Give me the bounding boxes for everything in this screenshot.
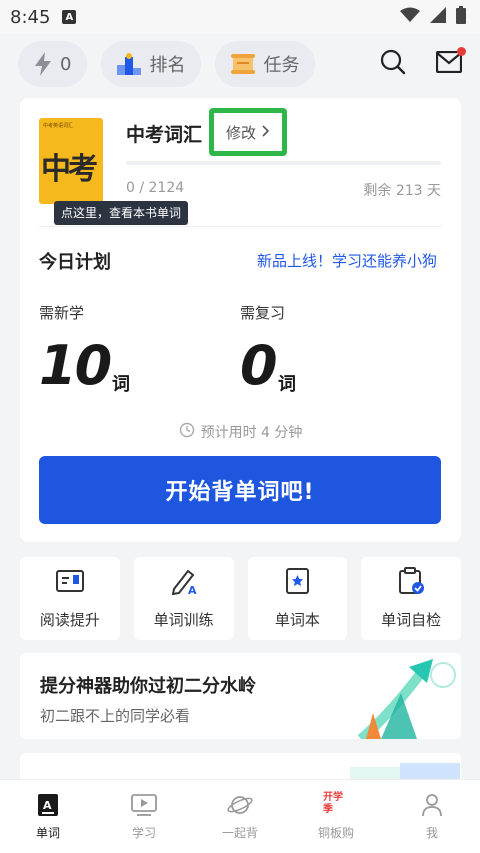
nav-label: 铜板购 [317, 826, 354, 840]
tool-label: 单词本 [274, 611, 320, 629]
search-icon[interactable] [380, 49, 406, 79]
new-words-unit: 词 [112, 374, 130, 395]
status-bar: 8:45 A [0, 0, 480, 34]
edit-book-button[interactable]: 修改 [209, 108, 287, 156]
review-words-label: 需复习 [240, 304, 286, 322]
nav-shop[interactable]: 开学季 铜板购 [288, 780, 384, 853]
book-tooltip[interactable]: 点这里，查看本书单词 [54, 201, 189, 225]
lightning-icon [34, 52, 52, 76]
nav-words[interactable]: A 单词 [0, 780, 96, 853]
tasks-button[interactable]: 任务 [215, 41, 316, 87]
nav-label: 一起背 [221, 826, 258, 840]
rising-arrow-illustration [357, 659, 456, 739]
nav-label: 单词 [35, 826, 60, 840]
review-words-count: 0 [240, 334, 278, 397]
book-cover[interactable]: 中考英语词汇 中考 [39, 118, 103, 204]
video-play-icon [131, 792, 157, 818]
book-title: 中考词汇 [126, 124, 203, 146]
progress-count: 0 / 2124 [126, 180, 185, 196]
new-words-label: 需新学 [39, 304, 85, 322]
svg-text:A: A [43, 799, 52, 812]
ranking-label: 排名 [149, 55, 186, 76]
cover-header: 中考英语词汇 [43, 123, 74, 129]
days-left: 剩余 213 天 [363, 183, 441, 199]
svg-text:A: A [188, 584, 197, 595]
nav-together[interactable]: 一起背 [192, 780, 288, 853]
divider [39, 226, 442, 227]
signal-icon [430, 6, 446, 28]
shop-badge-text: 开学季 [323, 792, 343, 815]
cover-big-text: 中考 [41, 152, 98, 187]
chevron-right-icon [262, 123, 270, 141]
nav-me[interactable]: 我 [384, 780, 480, 853]
podium-icon [117, 53, 142, 75]
ranking-button[interactable]: 排名 [101, 41, 202, 87]
tasks-label: 任务 [263, 55, 300, 76]
sim-icon: A [62, 10, 77, 24]
promo-subline: 初二跟不上的同学必看 [40, 707, 191, 725]
review-words-unit: 词 [278, 374, 296, 395]
estimated-time-text: 预计用时 4 分钟 [200, 425, 303, 441]
tool-label: 单词训练 [153, 611, 214, 629]
energy-pill[interactable]: 0 [18, 41, 88, 87]
notification-dot [457, 47, 466, 56]
word-book-icon: A [35, 792, 61, 818]
tool-label: 单词自检 [381, 611, 442, 629]
start-learning-button[interactable]: 开始背单词吧! [39, 456, 441, 524]
tool-self-check[interactable]: 单词自检 [361, 557, 461, 640]
promo-headline: 提分神器助你过初二分水岭 [40, 676, 256, 697]
study-plan-card: 中考英语词汇 中考 中考词汇 修改 0 / 2124 剩余 213 天 点这里，… [20, 98, 461, 542]
tools-row: 阅读提升 A 单词训练 单词本 单词自检 [20, 557, 461, 640]
nav-label: 我 [425, 826, 438, 840]
status-time: 8:45 [10, 6, 51, 28]
promo-link[interactable]: 新品上线！学习还能养小狗 [257, 250, 437, 271]
mail-icon[interactable] [435, 47, 466, 77]
clipboard-check-icon [396, 567, 426, 599]
new-words-count: 10 [39, 334, 112, 397]
plan-title: 今日计划 [39, 252, 111, 273]
estimated-time: 预计用时 4 分钟 [20, 422, 461, 442]
pen-icon: A [169, 567, 199, 599]
nav-study[interactable]: 学习 [96, 780, 192, 853]
tool-training[interactable]: A 单词训练 [133, 557, 234, 640]
top-bar: 0 排名 任务 [0, 34, 480, 94]
wifi-icon [400, 7, 420, 28]
scroll-icon [231, 54, 256, 74]
clock-icon [179, 422, 195, 442]
tool-label: 阅读提升 [39, 611, 100, 629]
edit-label: 修改 [225, 123, 256, 142]
reading-icon [55, 567, 85, 599]
promo-banner[interactable]: 提分神器助你过初二分水岭 初二跟不上的同学必看 [20, 653, 461, 739]
battery-icon [456, 5, 466, 29]
nav-label: 学习 [131, 826, 156, 840]
tool-reading[interactable]: 阅读提升 [20, 557, 120, 640]
book-progress-bar [126, 161, 441, 165]
wordbook-icon [282, 567, 312, 599]
user-icon [419, 792, 445, 818]
energy-count: 0 [60, 53, 72, 75]
tool-wordbook[interactable]: 单词本 [247, 557, 348, 640]
shop-badge-icon: 开学季 [323, 792, 349, 818]
bottom-nav: A 单词 学习 一起背 开学季 铜板购 我 [0, 779, 480, 853]
planet-icon [227, 792, 253, 818]
